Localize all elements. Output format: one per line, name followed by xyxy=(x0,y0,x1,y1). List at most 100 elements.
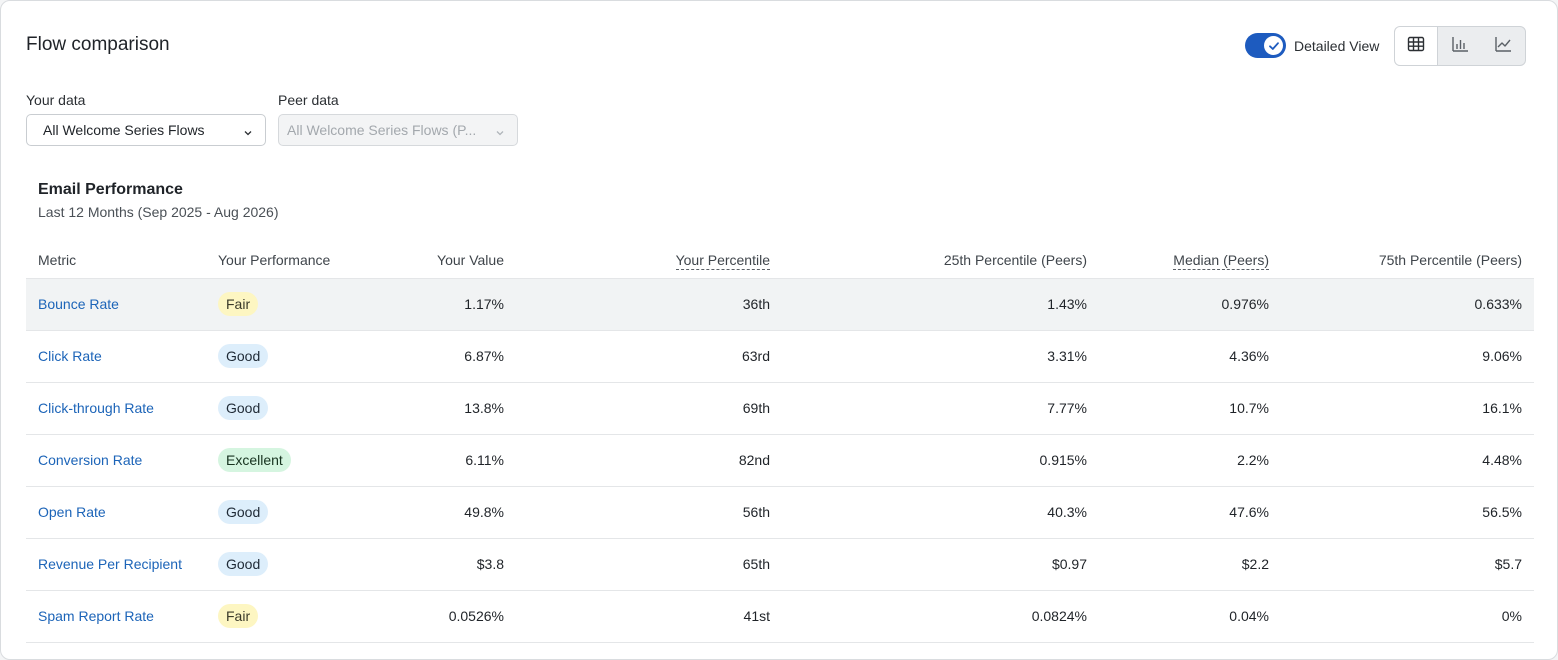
chevron-down-icon xyxy=(495,125,505,141)
metric-link[interactable]: Open Rate xyxy=(38,504,106,520)
p25-cell: $0.97 xyxy=(782,538,1099,591)
your-percentile-cell: 36th xyxy=(516,278,782,331)
column-header-median[interactable]: Median (Peers) xyxy=(1099,243,1281,279)
line-chart-icon xyxy=(1494,35,1512,58)
metric-link[interactable]: Click-through Rate xyxy=(38,400,154,416)
p25-cell: 3.31% xyxy=(782,330,1099,383)
metric-cell: Bounce Rate xyxy=(26,278,206,331)
performance-cell: Good xyxy=(206,538,386,591)
bar-chart-icon xyxy=(1451,35,1469,58)
flow-comparison-card: Flow comparison Detailed View Your data xyxy=(0,0,1558,660)
p25-cell: 0.915% xyxy=(782,434,1099,487)
column-header-performance: Your Performance xyxy=(206,243,386,279)
your-percentile-cell: 82nd xyxy=(516,434,782,487)
performance-cell: Fair xyxy=(206,590,386,643)
median-tooltip-label[interactable]: Median (Peers) xyxy=(1173,252,1269,271)
table-icon xyxy=(1407,35,1425,58)
performance-badge: Good xyxy=(218,552,269,576)
your-percentile-cell: 56th xyxy=(516,486,782,539)
your-percentile-cell: 65th xyxy=(516,538,782,591)
view-switcher xyxy=(1394,26,1526,66)
performance-badge: Fair xyxy=(218,292,259,316)
metric-cell: Click Rate xyxy=(26,330,206,383)
performance-badge: Excellent xyxy=(218,448,291,472)
metric-cell: Spam Report Rate xyxy=(26,590,206,643)
metric-link[interactable]: Spam Report Rate xyxy=(38,608,154,624)
performance-badge: Good xyxy=(218,500,269,524)
table-row: Open Rate Good 49.8% 56th 40.3% 47.6% 56.5% xyxy=(26,486,1534,539)
performance-badge: Good xyxy=(218,344,269,368)
performance-table: Metric Your Performance Your Value Your … xyxy=(26,243,1534,643)
your-value-cell: 1.17% xyxy=(386,278,516,331)
performance-cell: Fair xyxy=(206,278,386,331)
column-header-metric: Metric xyxy=(26,243,206,279)
metric-cell: Open Rate xyxy=(26,486,206,539)
p25-cell: 0.0824% xyxy=(782,590,1099,643)
your-value-cell: $3.8 xyxy=(386,538,516,591)
table-header-row: Metric Your Performance Your Value Your … xyxy=(26,243,1534,279)
page-title: Flow comparison xyxy=(26,34,170,55)
performance-badge: Good xyxy=(218,396,269,420)
your-data-label: Your data xyxy=(26,92,86,108)
median-cell: 0.976% xyxy=(1099,278,1281,331)
your-data-select[interactable]: All Welcome Series Flows xyxy=(26,114,266,146)
table-row: Click Rate Good 6.87% 63rd 3.31% 4.36% 9.06% xyxy=(26,330,1534,383)
column-header-p25: 25th Percentile (Peers) xyxy=(782,243,1099,279)
table-view-button[interactable] xyxy=(1395,27,1439,65)
bar-chart-view-button[interactable] xyxy=(1438,27,1481,65)
median-cell: 2.2% xyxy=(1099,434,1281,487)
table-row: Conversion Rate Excellent 6.11% 82nd 0.915% 2… xyxy=(26,434,1534,487)
median-cell: 47.6% xyxy=(1099,486,1281,539)
peer-data-value: All Welcome Series Flows (P... xyxy=(287,122,477,138)
your-value-cell: 0.0526% xyxy=(386,590,516,643)
table-row: Bounce Rate Fair 1.17% 36th 1.43% 0.976% 0.633… xyxy=(26,278,1534,331)
performance-cell: Good xyxy=(206,486,386,539)
metric-link[interactable]: Conversion Rate xyxy=(38,452,142,468)
column-header-your-percentile[interactable]: Your Percentile xyxy=(516,243,782,279)
your-data-value: All Welcome Series Flows xyxy=(43,122,205,138)
your-percentile-cell: 41st xyxy=(516,590,782,643)
your-value-cell: 49.8% xyxy=(386,486,516,539)
median-cell: 0.04% xyxy=(1099,590,1281,643)
p75-cell: 16.1% xyxy=(1281,382,1534,435)
p75-cell: 0% xyxy=(1281,590,1534,643)
peer-data-label: Peer data xyxy=(278,92,339,108)
section-subtitle: Last 12 Months (Sep 2025 - Aug 2026) xyxy=(38,204,279,220)
p75-cell: 56.5% xyxy=(1281,486,1534,539)
detailed-view-toggle[interactable] xyxy=(1245,33,1286,58)
median-cell: 4.36% xyxy=(1099,330,1281,383)
performance-cell: Excellent xyxy=(206,434,386,487)
metric-link[interactable]: Bounce Rate xyxy=(38,296,119,312)
p25-cell: 40.3% xyxy=(782,486,1099,539)
metric-link[interactable]: Revenue Per Recipient xyxy=(38,556,182,572)
your-value-cell: 6.87% xyxy=(386,330,516,383)
peer-data-select[interactable]: All Welcome Series Flows (P... xyxy=(278,114,518,146)
median-cell: $2.2 xyxy=(1099,538,1281,591)
your-percentile-tooltip-label[interactable]: Your Percentile xyxy=(675,252,770,271)
your-percentile-cell: 69th xyxy=(516,382,782,435)
column-header-your-value: Your Value xyxy=(386,243,516,279)
chevron-down-icon xyxy=(243,125,253,141)
metric-link[interactable]: Click Rate xyxy=(38,348,102,364)
p25-cell: 7.77% xyxy=(782,382,1099,435)
table-row: Revenue Per Recipient Good $3.8 65th $0.97 $2… xyxy=(26,538,1534,591)
metric-cell: Conversion Rate xyxy=(26,434,206,487)
line-chart-view-button[interactable] xyxy=(1482,27,1525,65)
p75-cell: 0.633% xyxy=(1281,278,1534,331)
p25-cell: 1.43% xyxy=(782,278,1099,331)
p75-cell: 9.06% xyxy=(1281,330,1534,383)
p75-cell: 4.48% xyxy=(1281,434,1534,487)
metric-cell: Click-through Rate xyxy=(26,382,206,435)
performance-badge: Fair xyxy=(218,604,259,628)
median-cell: 10.7% xyxy=(1099,382,1281,435)
column-header-p75: 75th Percentile (Peers) xyxy=(1281,243,1534,279)
your-value-cell: 13.8% xyxy=(386,382,516,435)
section-title: Email Performance xyxy=(38,181,183,198)
performance-cell: Good xyxy=(206,330,386,383)
performance-cell: Good xyxy=(206,382,386,435)
check-icon xyxy=(1264,36,1283,55)
your-percentile-cell: 63rd xyxy=(516,330,782,383)
p75-cell: $5.7 xyxy=(1281,538,1534,591)
table-row: Click-through Rate Good 13.8% 69th 7.77% 10.7… xyxy=(26,382,1534,435)
table-row: Spam Report Rate Fair 0.0526% 41st 0.0824% 0.… xyxy=(26,590,1534,643)
